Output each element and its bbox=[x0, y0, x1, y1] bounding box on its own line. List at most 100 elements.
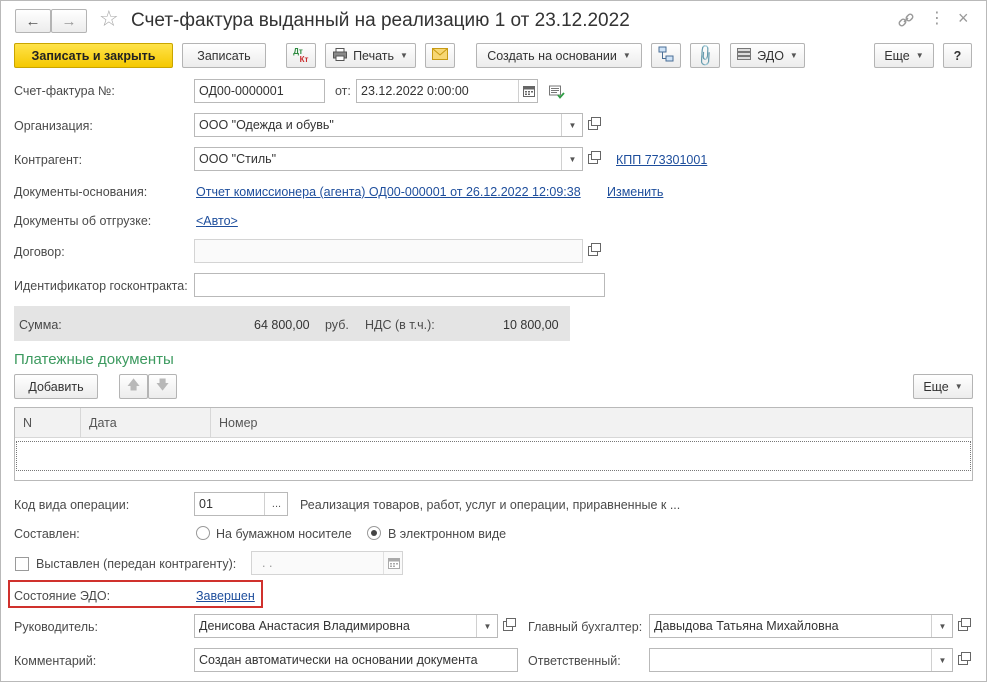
column-header-n[interactable]: N bbox=[15, 408, 81, 438]
more-vertical-icon[interactable]: ⋮ bbox=[929, 9, 945, 29]
status-document-icon[interactable] bbox=[549, 85, 565, 102]
electronic-radio-label[interactable]: В электронном виде bbox=[388, 527, 506, 541]
invoice-number-field[interactable]: ОД00-0000001 bbox=[194, 79, 325, 103]
dropdown-arrow-icon[interactable]: ▼ bbox=[561, 148, 582, 170]
favorite-star-icon[interactable]: ☆ bbox=[99, 6, 119, 32]
save-button[interactable]: Записать bbox=[182, 43, 266, 68]
edo-icon bbox=[737, 48, 752, 63]
organization-label: Организация: bbox=[14, 119, 93, 133]
electronic-radio[interactable] bbox=[367, 526, 381, 540]
print-button[interactable]: Печать ▼ bbox=[325, 43, 416, 68]
chevron-down-icon: ▼ bbox=[915, 51, 924, 60]
chief-accountant-field[interactable]: Давыдова Татьяна Михайловна ▼ bbox=[649, 614, 953, 638]
chevron-down-icon: ▼ bbox=[622, 51, 631, 60]
operation-code-description: Реализация товаров, работ, услуг и опера… bbox=[300, 498, 681, 512]
open-contract-icon[interactable] bbox=[583, 239, 603, 263]
save-and-close-button[interactable]: Записать и закрыть bbox=[14, 43, 173, 68]
date-field[interactable]: 23.12.2022 0:00:00 bbox=[356, 79, 538, 103]
link-icon[interactable] bbox=[897, 11, 915, 29]
move-down-button[interactable]: 🡇 bbox=[148, 374, 177, 399]
edo-state-link[interactable]: Завершен bbox=[196, 589, 255, 603]
issued-label[interactable]: Выставлен (передан контрагенту): bbox=[36, 557, 236, 571]
shipment-documents-label: Документы об отгрузке: bbox=[14, 214, 152, 228]
contractor-value: ООО "Стиль" bbox=[199, 152, 277, 166]
open-contractor-icon[interactable] bbox=[583, 147, 603, 171]
edo-label: ЭДО bbox=[757, 48, 784, 63]
edo-button[interactable]: ЭДО ▼ bbox=[730, 43, 805, 68]
dropdown-arrow-icon[interactable]: ▼ bbox=[931, 615, 952, 637]
select-operation-code-button[interactable]: ... bbox=[264, 493, 287, 515]
dropdown-arrow-icon[interactable]: ▼ bbox=[476, 615, 497, 637]
comment-field[interactable]: Создан автоматически на основании докуме… bbox=[194, 648, 518, 672]
move-up-button[interactable]: 🡅 bbox=[119, 374, 148, 399]
kt-label: Кт bbox=[299, 54, 309, 64]
payments-table: N Дата Номер bbox=[14, 407, 973, 481]
gov-contract-id-field[interactable] bbox=[194, 273, 605, 297]
calendar-icon[interactable] bbox=[383, 552, 402, 574]
more-button[interactable]: Еще ▼ bbox=[874, 43, 934, 68]
organization-field[interactable]: ООО "Одежда и обувь" ▼ bbox=[194, 113, 583, 137]
issued-checkbox[interactable] bbox=[15, 557, 29, 571]
edo-state-label: Состояние ЭДО: bbox=[14, 589, 111, 603]
open-responsible-icon[interactable] bbox=[953, 648, 973, 672]
page-title: Счет-фактура выданный на реализацию 1 от… bbox=[131, 10, 630, 31]
head-label: Руководитель: bbox=[14, 620, 99, 634]
print-label: Печать bbox=[353, 48, 395, 63]
gov-contract-id-label: Идентификатор госконтракта: bbox=[14, 279, 188, 293]
column-header-date[interactable]: Дата bbox=[81, 408, 211, 438]
payments-section-title: Платежные документы bbox=[14, 351, 174, 368]
vat-label: НДС (в т.ч.): bbox=[365, 318, 435, 332]
calendar-icon[interactable] bbox=[518, 80, 537, 102]
create-based-label: Создать на основании bbox=[487, 48, 617, 63]
email-button[interactable] bbox=[425, 43, 455, 68]
head-value: Денисова Анастасия Владимировна bbox=[199, 619, 410, 633]
kpp-link[interactable]: КПП 773301001 bbox=[616, 153, 707, 167]
back-button[interactable]: ← bbox=[15, 9, 51, 33]
shipment-auto-link[interactable]: <Авто> bbox=[196, 214, 238, 228]
column-header-number[interactable]: Номер bbox=[211, 408, 972, 438]
responsible-label: Ответственный: bbox=[528, 654, 621, 668]
help-button[interactable]: ? bbox=[943, 43, 972, 68]
invoice-number-label: Счет-фактура №: bbox=[14, 84, 115, 98]
create-based-on-button[interactable]: Создать на основании ▼ bbox=[476, 43, 642, 68]
composed-label: Составлен: bbox=[14, 527, 80, 541]
forward-button[interactable]: → bbox=[51, 9, 87, 33]
paper-radio-label[interactable]: На бумажном носителе bbox=[216, 527, 352, 541]
open-accountant-icon[interactable] bbox=[953, 614, 973, 638]
table-row[interactable] bbox=[16, 441, 971, 471]
payments-more-label: Еще bbox=[923, 379, 949, 394]
table-header: N Дата Номер bbox=[15, 408, 972, 438]
contract-label: Договор: bbox=[14, 245, 65, 259]
arrow-up-icon: 🡅 bbox=[126, 376, 141, 392]
from-label: от: bbox=[335, 84, 351, 98]
change-basis-link[interactable]: Изменить bbox=[607, 185, 663, 199]
more-label: Еще bbox=[884, 48, 910, 63]
structure-button[interactable] bbox=[651, 43, 681, 68]
responsible-field[interactable]: ▼ bbox=[649, 648, 953, 672]
operation-code-field[interactable]: 01 ... bbox=[194, 492, 288, 516]
issued-date-field[interactable]: . . bbox=[251, 551, 403, 575]
contract-field[interactable] bbox=[194, 239, 583, 263]
arrow-down-icon: 🡇 bbox=[155, 376, 170, 392]
dt-kt-button[interactable]: Дт Кт bbox=[286, 43, 316, 68]
date-value: 23.12.2022 0:00:00 bbox=[361, 84, 469, 98]
add-payment-button[interactable]: Добавить bbox=[14, 374, 98, 399]
issued-date-value: . . bbox=[262, 556, 273, 570]
head-field[interactable]: Денисова Анастасия Владимировна ▼ bbox=[194, 614, 498, 638]
dropdown-arrow-icon[interactable]: ▼ bbox=[931, 649, 952, 671]
attachments-button[interactable]: 📎 bbox=[690, 43, 720, 68]
paper-radio[interactable] bbox=[196, 526, 210, 540]
chief-accountant-label: Главный бухгалтер: bbox=[528, 620, 643, 634]
close-icon[interactable]: × bbox=[958, 8, 969, 29]
contractor-label: Контрагент: bbox=[14, 153, 83, 167]
payments-more-button[interactable]: Еще ▼ bbox=[913, 374, 973, 399]
envelope-icon bbox=[432, 48, 448, 63]
contractor-field[interactable]: ООО "Стиль" ▼ bbox=[194, 147, 583, 171]
open-head-icon[interactable] bbox=[498, 614, 518, 638]
basis-document-link[interactable]: Отчет комиссионера (агента) ОД00-000001 … bbox=[196, 185, 581, 199]
operation-code-label: Код вида операции: bbox=[14, 498, 130, 512]
hierarchy-icon bbox=[658, 46, 674, 65]
dropdown-arrow-icon[interactable]: ▼ bbox=[561, 114, 582, 136]
sum-value: 64 800,00 bbox=[254, 318, 310, 332]
open-organization-icon[interactable] bbox=[583, 113, 603, 137]
